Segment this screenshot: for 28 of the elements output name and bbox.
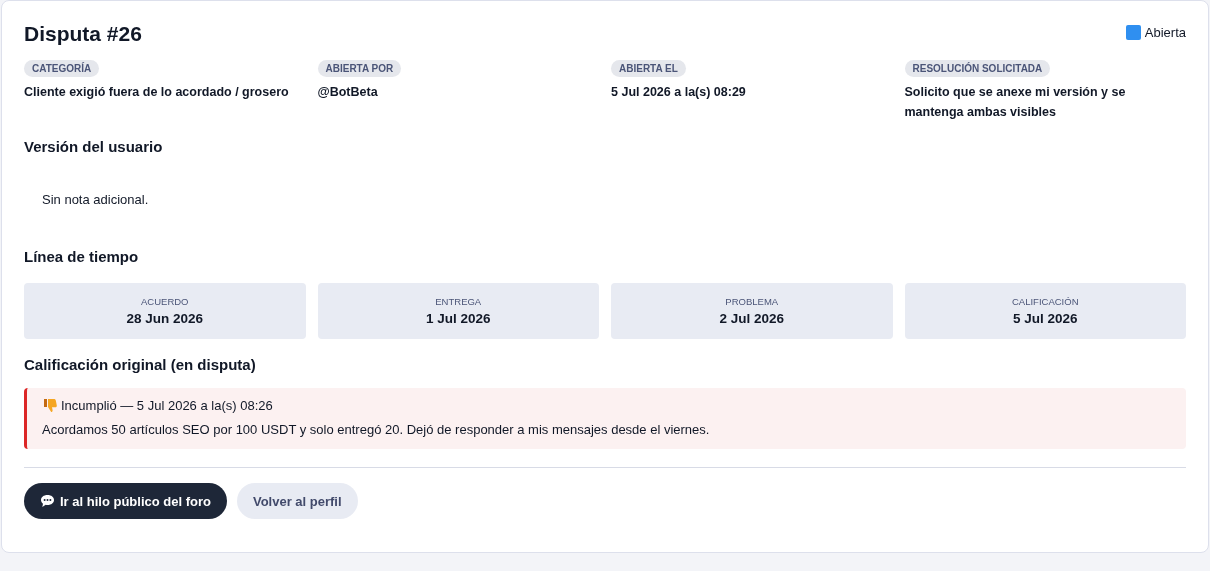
step-label: CALIFICACIÓN [1012, 296, 1079, 307]
section-heading: Calificación original (en disputa) [24, 356, 257, 373]
rating-verdict: Incumplió — 5 Jul 2026 a la(s) 08:26 [61, 397, 273, 413]
field-value: 5 Jul 2026 a la(s) 08:29 [611, 84, 747, 101]
field-label: CATEGORÍA [24, 60, 100, 77]
step-date: 2 Jul 2026 [719, 311, 784, 326]
thumbs-down-icon [42, 397, 58, 413]
field-value: Solicito que se anexe mi versión y se mantenga ambas visibles [904, 84, 1127, 121]
section-heading: Versión del usuario [24, 138, 164, 155]
page-title: Disputa #26 [24, 22, 142, 46]
step-date: 5 Jul 2026 [1012, 311, 1078, 326]
step-label: PROBLEMA [725, 296, 779, 307]
forum-thread-button[interactable]: Ir al hilo público del foro [24, 483, 227, 519]
back-to-profile-button[interactable]: Volver al perfil [236, 483, 358, 519]
section-heading: Línea de tiempo [24, 248, 140, 265]
step-date: 28 Jun 2026 [126, 311, 204, 326]
field-label: RESOLUCIÓN SOLICITADA [904, 60, 1051, 77]
status-label: Abierta [1144, 25, 1186, 40]
user-note: Sin nota adicional. [42, 192, 150, 207]
speech-bubble-icon [40, 494, 55, 508]
step-date: 1 Jul 2026 [425, 311, 491, 326]
rating-comment: Acordamos 50 artículos SEO por 100 USDT y solo entregó 20. Dejó de responder a mis mensajes desde el viernes. [42, 422, 711, 437]
step-label: ACUERDO [141, 296, 189, 307]
step-label: ENTREGA [435, 296, 482, 307]
field-value: Cliente exigió fuera de lo acordado / grosero [24, 84, 290, 101]
field-label: ABIERTA POR [317, 60, 402, 77]
field-value: @BotBeta [317, 84, 379, 101]
field-label: ABIERTA EL [611, 60, 686, 77]
